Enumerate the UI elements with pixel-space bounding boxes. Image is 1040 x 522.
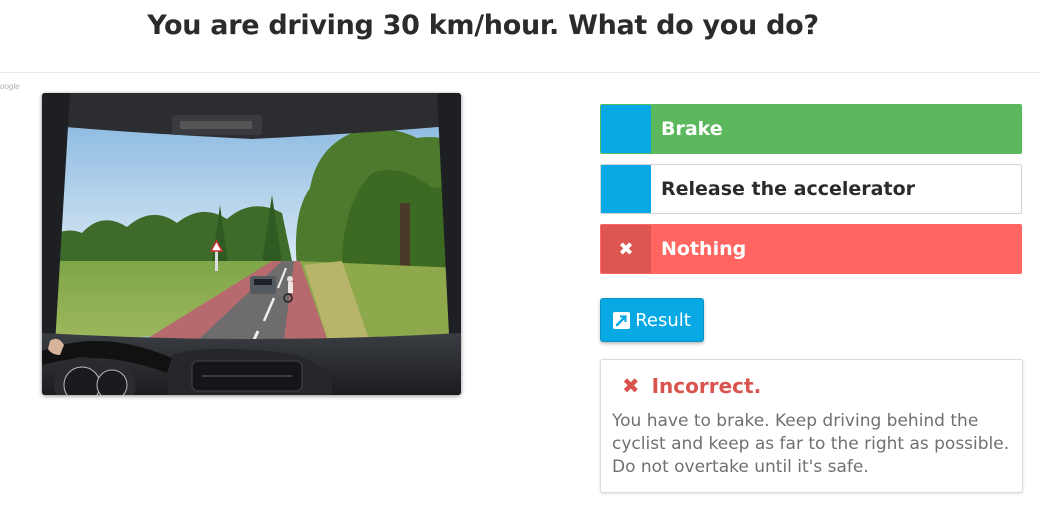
answer-label: Brake: [661, 118, 723, 140]
scenario-image: [42, 93, 461, 395]
quiz-page: You are driving 30 km/hour. What do you …: [0, 0, 1040, 522]
feedback-line: Do not overtake until it's safe.: [612, 457, 869, 477]
feedback-heading: Incorrect.: [651, 374, 762, 398]
result-button-label: Result: [635, 309, 691, 331]
answer-option-brake[interactable]: Brake: [600, 104, 1022, 154]
answer-option-release-accelerator[interactable]: Release the accelerator: [600, 164, 1022, 214]
feedback-explanation: You have to brake. Keep driving behind t…: [612, 410, 1012, 479]
header-divider: [0, 72, 1040, 73]
answer-label: Nothing: [661, 238, 747, 260]
feedback-heading-row: ✖ Incorrect.: [612, 374, 1012, 398]
answer-marker: ✖: [601, 225, 651, 273]
answer-marker: [601, 105, 651, 153]
result-button[interactable]: Result: [600, 298, 704, 342]
feedback-line: You have to brake. Keep driving behind t…: [612, 411, 979, 431]
feedback-panel: ✖ Incorrect. You have to brake. Keep dri…: [600, 359, 1023, 493]
wrong-x-icon: ✖: [618, 238, 634, 260]
question-title: You are driving 30 km/hour. What do you …: [147, 10, 819, 41]
answer-marker: [601, 165, 651, 213]
external-link-icon: [613, 311, 631, 329]
google-watermark: oogle: [0, 82, 20, 91]
feedback-line: cyclist and keep as far to the right as …: [612, 434, 1010, 454]
dashboard-road-illustration: [42, 93, 461, 395]
answer-label: Release the accelerator: [661, 178, 915, 200]
incorrect-x-icon: ✖: [622, 374, 640, 398]
answer-option-nothing[interactable]: ✖ Nothing: [600, 224, 1022, 274]
